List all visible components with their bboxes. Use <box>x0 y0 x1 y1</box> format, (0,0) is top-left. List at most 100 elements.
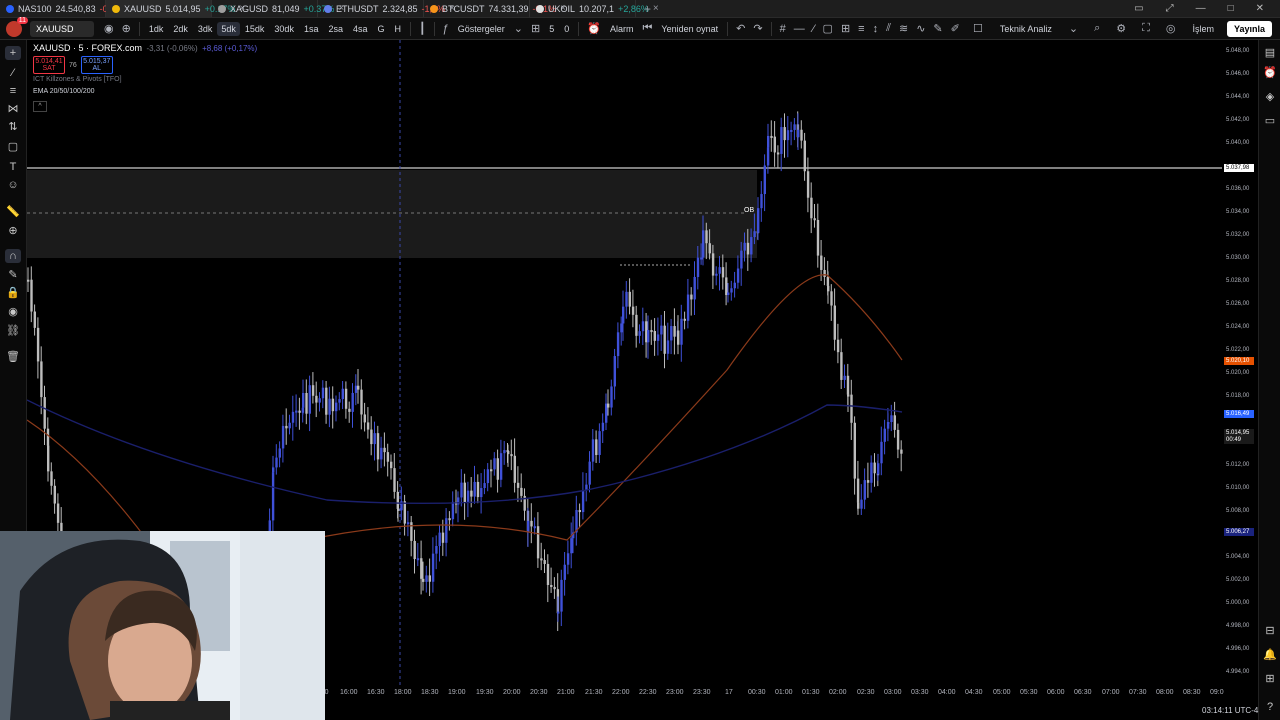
candle-body <box>36 327 40 362</box>
new-tab-button[interactable]: + <box>636 2 659 16</box>
brush-icon[interactable]: ✎ <box>929 22 946 35</box>
ideas-icon[interactable]: ⊞ <box>1263 672 1277 686</box>
trash-icon[interactable]: 🗑 <box>5 350 21 364</box>
redo-icon[interactable]: ↷ <box>749 22 766 35</box>
layers-icon[interactable]: ◈ <box>1263 90 1277 104</box>
eye-icon[interactable]: ◉ <box>100 22 118 35</box>
stay-drawing-icon[interactable]: ✎ <box>5 268 21 282</box>
chevron-down-icon[interactable]: ⌄ <box>1065 22 1082 35</box>
tab-btcusdt[interactable]: BTCUSDT 74.331,39 -0,1% × <box>424 0 566 17</box>
parallel-channel-icon[interactable]: ⫽ <box>882 22 895 35</box>
templates-icon[interactable]: ⊞ <box>527 22 544 35</box>
indicator-count-a[interactable]: 5 <box>544 24 559 34</box>
visibility-icon[interactable]: ◉ <box>5 305 21 319</box>
alarm-icon[interactable]: ⏰ <box>583 22 605 35</box>
trend-line-icon[interactable]: ⁄ <box>809 23 819 35</box>
indicators-icon[interactable]: ƒ <box>439 23 453 35</box>
interval-5dk[interactable]: 5dk <box>217 21 240 36</box>
pen-icon[interactable]: ✐ <box>947 22 964 35</box>
fib-icon[interactable]: ≡ <box>854 23 868 35</box>
tab-nas100[interactable]: NAS10024.540,83-0,4%× <box>0 0 133 17</box>
publish-button[interactable]: Yayınla <box>1226 20 1272 37</box>
shape-tool-icon[interactable]: ▢ <box>5 140 21 154</box>
x-tick: 17 <box>725 689 733 696</box>
candle-type-icon[interactable]: ┃ <box>415 22 430 35</box>
replay-icon[interactable]: ⏮ <box>638 22 656 35</box>
tab-xagusd[interactable]: XAGUSD 81,049 +0.37% × <box>212 0 344 17</box>
collapse-legend-button[interactable]: ^ <box>33 101 47 112</box>
close-window-icon[interactable]: ✕ <box>1256 3 1264 14</box>
indicator-killzones[interactable]: ICT Killzones & Pivots [TFO] <box>33 76 122 83</box>
fib-tool-icon[interactable]: ≡ <box>5 84 21 98</box>
line-tool-icon[interactable]: ⁄ <box>5 66 21 80</box>
indicator-count-b[interactable]: 0 <box>559 24 574 34</box>
technical-analysis-button[interactable]: Teknik Analiz <box>995 24 1057 34</box>
table-icon[interactable]: ⊞ <box>837 22 854 35</box>
camera-icon[interactable]: ◎ <box>1162 22 1180 35</box>
avatar[interactable]: 11 <box>6 16 28 37</box>
indicators-button[interactable]: Göstergeler <box>453 24 510 34</box>
position-icon[interactable]: ↕ <box>869 23 883 35</box>
trade-button[interactable]: İşlem <box>1187 24 1219 34</box>
symbol-search-input[interactable]: XAUUSD <box>30 20 94 37</box>
buy-button[interactable]: 5.015,37 AL <box>80 56 113 74</box>
interval-30dk[interactable]: 30dk <box>269 24 299 34</box>
alarm-button[interactable]: Alarm <box>605 24 639 34</box>
interval-2sa[interactable]: 2sa <box>323 24 348 34</box>
ruler-icon[interactable]: 📏 <box>5 205 21 219</box>
minimize-icon[interactable]: — <box>1196 3 1206 14</box>
watchlist-icon[interactable]: ▤ <box>1263 46 1277 60</box>
sell-button[interactable]: 5.014,41 SAT <box>33 56 65 74</box>
alerts-icon[interactable]: ⏰ <box>1263 66 1277 80</box>
magnet-icon[interactable]: ∩ <box>5 249 21 263</box>
interval-4sa[interactable]: 4sa <box>348 24 373 34</box>
add-symbol-icon[interactable]: ⊕ <box>118 22 135 35</box>
text-tool-icon[interactable]: T <box>5 160 21 174</box>
notifications-icon[interactable]: 🔔 <box>1263 648 1277 662</box>
tab-xauusd[interactable]: XAUUSD5.014,95+0.17%× <box>106 0 245 17</box>
indicator-ema[interactable]: EMA 20/50/100/200 <box>33 88 95 95</box>
pattern-tool-icon[interactable]: ⋈ <box>5 102 21 116</box>
x-tick: 20:00 <box>503 689 521 696</box>
y-tick: 5.046,00 <box>1226 71 1250 77</box>
maximize-window-icon[interactable]: ⤢ <box>1166 3 1174 14</box>
tab-ethusdt[interactable]: ETHUSDT2.324,85-1,2%× <box>318 0 455 17</box>
fullscreen-icon[interactable]: ⛶ <box>1138 22 1154 35</box>
zoom-icon[interactable]: ⊕ <box>5 224 21 238</box>
candle-body <box>344 388 348 409</box>
candle-body <box>736 268 740 283</box>
interval-1sa[interactable]: 1sa <box>299 24 324 34</box>
interval-3dk[interactable]: 3dk <box>193 24 218 34</box>
settings-icon[interactable]: ⚙ <box>1112 22 1130 35</box>
interval-1dk[interactable]: 1dk <box>144 24 169 34</box>
forecast-tool-icon[interactable]: ⇅ <box>5 120 21 134</box>
undo-icon[interactable]: ↶ <box>732 22 749 35</box>
search-icon[interactable]: ⌕ <box>1090 22 1104 35</box>
grid-icon[interactable]: # <box>776 23 790 35</box>
crosshair-icon[interactable]: + <box>5 46 21 60</box>
chevron-down-icon[interactable]: ⌄ <box>510 22 527 35</box>
analysis-checkbox-icon[interactable]: ☐ <box>969 22 987 35</box>
interval-15dk[interactable]: 15dk <box>240 24 270 34</box>
candle-body <box>780 127 783 154</box>
hotlist-icon[interactable]: ⊟ <box>1263 624 1277 638</box>
interval-2dk[interactable]: 2dk <box>168 24 193 34</box>
candle-body <box>291 411 295 423</box>
interval-g[interactable]: G <box>373 24 390 34</box>
path-icon[interactable]: ∿ <box>912 22 929 35</box>
replay-button[interactable]: Yeniden oynat <box>656 24 723 34</box>
smile-tool-icon[interactable]: ☺ <box>5 178 21 192</box>
layout-icon[interactable]: ▭ <box>1134 3 1143 14</box>
lock-icon[interactable]: 🔒 <box>5 286 21 300</box>
pattern-icon[interactable]: ≋ <box>895 22 912 35</box>
interval-h[interactable]: H <box>390 24 407 34</box>
tab-ukoil[interactable]: UKOIL 10.207,1 +2,86% × <box>530 0 659 17</box>
clock-status[interactable]: 03:14:11 UTC-4 <box>1202 706 1258 715</box>
help-icon[interactable]: ? <box>1263 700 1277 714</box>
line-price-tag: 5.037,98 <box>1224 164 1254 172</box>
chat-icon[interactable]: ▭ <box>1263 114 1277 128</box>
horizontal-line-icon[interactable]: — <box>790 23 809 35</box>
link-icon[interactable]: ⛓ <box>5 324 21 338</box>
rectangle-icon[interactable]: ▢ <box>819 22 837 35</box>
restore-icon[interactable]: □ <box>1228 3 1234 14</box>
